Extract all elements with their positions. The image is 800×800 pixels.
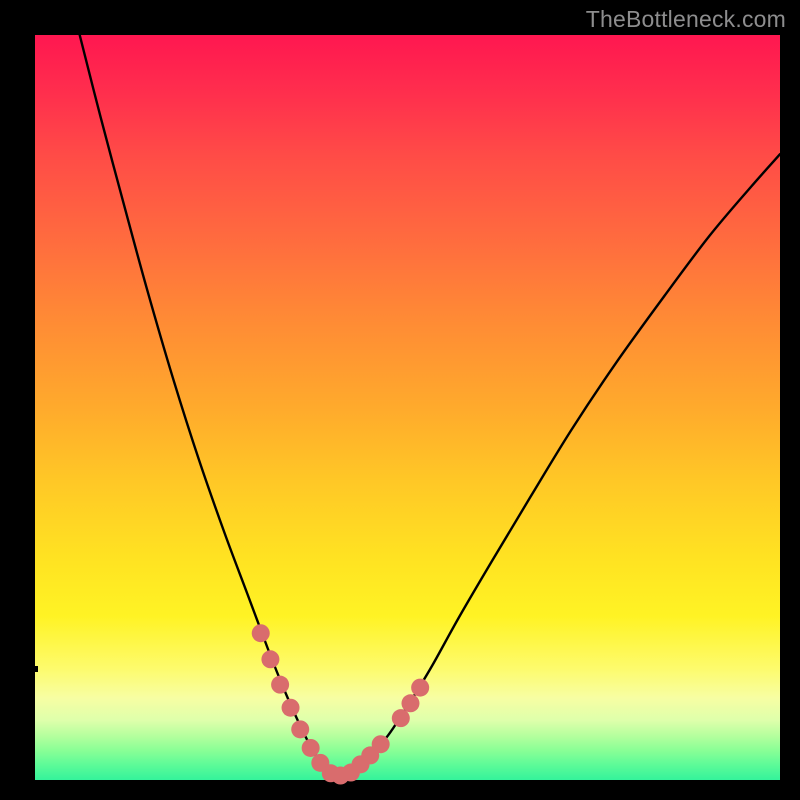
chart-frame: TheBottleneck.com — [0, 0, 800, 800]
curve-marker — [291, 720, 309, 738]
curve-marker — [401, 694, 419, 712]
curve-marker — [302, 739, 320, 757]
watermark-text: TheBottleneck.com — [586, 6, 786, 33]
curve-marker — [282, 699, 300, 717]
curve-marker — [252, 624, 270, 642]
curve-marker — [411, 679, 429, 697]
curve-marker — [261, 650, 279, 668]
curve-marker — [271, 676, 289, 694]
bottleneck-curve — [80, 35, 780, 776]
curve-marker — [392, 709, 410, 727]
curve-marker — [372, 735, 390, 753]
curve-layer — [35, 35, 780, 780]
curve-markers — [252, 624, 429, 784]
